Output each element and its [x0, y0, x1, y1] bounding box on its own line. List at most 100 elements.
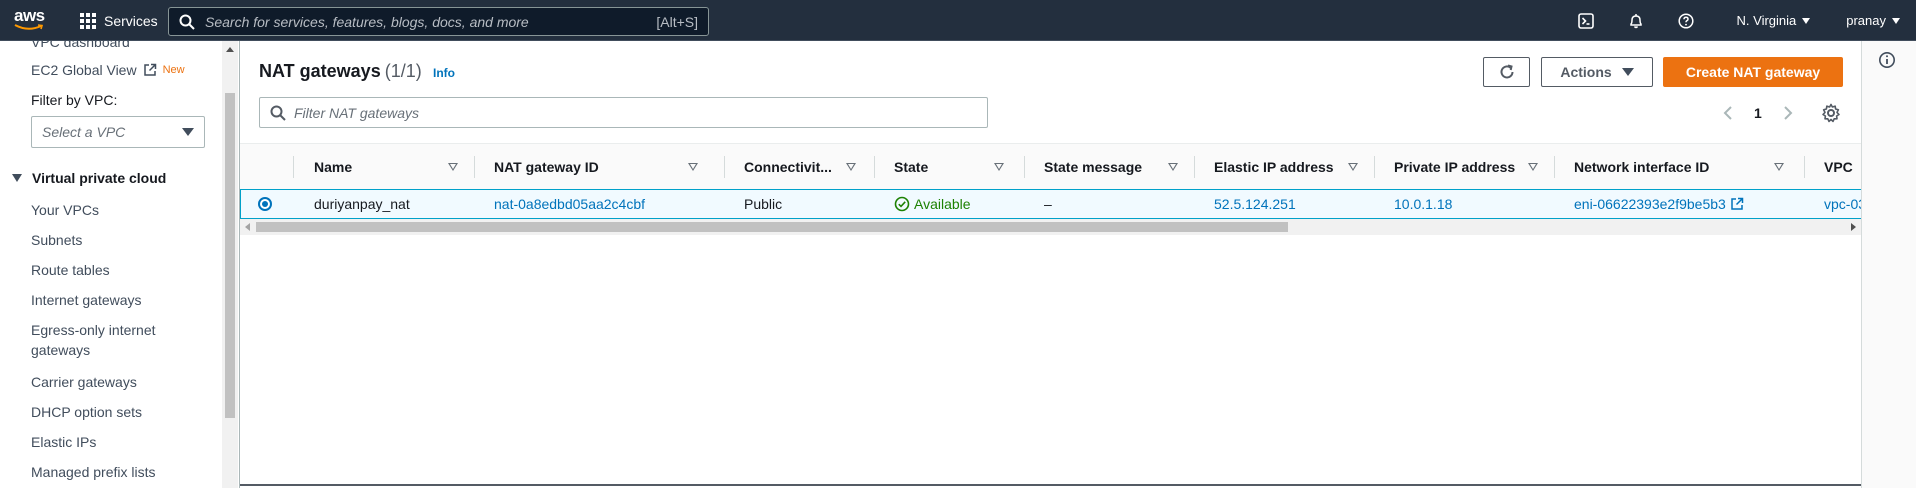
refresh-button[interactable] — [1483, 57, 1530, 87]
sidebar-item-your-vpcs[interactable]: Your VPCs — [31, 200, 99, 220]
sort-icon[interactable] — [1528, 163, 1538, 171]
sidebar-scrollbar[interactable] — [222, 41, 238, 488]
search-shortcut-hint: [Alt+S] — [656, 13, 698, 30]
cell-name: duriyanpay_nat — [314, 196, 410, 212]
services-menu-button[interactable]: Services — [80, 11, 158, 31]
table-scroll-thumb[interactable] — [256, 222, 1288, 232]
search-icon — [270, 105, 286, 121]
previous-page-button[interactable] — [1718, 103, 1738, 123]
section-virtual-private-cloud[interactable]: Virtual private cloud — [12, 170, 166, 186]
tools-panel — [1862, 41, 1916, 488]
cell-state-message: – — [1044, 196, 1052, 212]
section-title: Virtual private cloud — [32, 170, 167, 186]
vpc-filter-placeholder: Select a VPC — [42, 124, 126, 140]
split-panel-divider[interactable] — [240, 484, 1861, 486]
actions-label: Actions — [1560, 64, 1612, 80]
scroll-up-arrow-icon[interactable] — [226, 47, 234, 52]
help-button[interactable] — [1661, 0, 1711, 41]
column-header-connectivity[interactable]: Connectivit... — [744, 144, 864, 189]
account-menu[interactable]: pranay — [1834, 13, 1912, 28]
selection-count: (1/1) — [384, 61, 422, 81]
sort-icon[interactable] — [448, 163, 458, 171]
external-link-icon — [1731, 197, 1744, 210]
actions-dropdown-button[interactable]: Actions — [1541, 57, 1653, 87]
sort-icon[interactable] — [688, 163, 698, 171]
cell-network-interface-link[interactable]: eni-06622393e2f9be5b3 — [1574, 190, 1744, 218]
services-label: Services — [104, 13, 158, 29]
column-header-elastic-ip[interactable]: Elastic IP address — [1214, 144, 1374, 189]
column-header-name[interactable]: Name — [314, 144, 474, 189]
nat-gateways-table: Name NAT gateway ID Connectivit... State… — [240, 143, 1861, 235]
create-nat-gateway-button[interactable]: Create NAT gateway — [1663, 57, 1843, 87]
column-header-network-interface-id[interactable]: Network interface ID — [1574, 144, 1784, 189]
sidebar-item-elastic-ips[interactable]: Elastic IPs — [31, 432, 96, 452]
caret-down-icon — [12, 174, 22, 182]
chevron-down-icon — [1802, 17, 1811, 24]
info-icon[interactable] — [1878, 51, 1896, 69]
aws-logo-text: aws — [14, 6, 45, 25]
column-header-private-ip[interactable]: Private IP address — [1394, 144, 1554, 189]
cloudshell-button[interactable] — [1561, 0, 1611, 41]
cell-vpc-link[interactable]: vpc-03 — [1824, 190, 1861, 218]
sort-icon[interactable] — [1348, 163, 1358, 171]
refresh-icon — [1500, 64, 1513, 79]
page-title: NAT gateways (1/1) — [259, 61, 422, 82]
aws-smile-icon — [14, 24, 44, 30]
column-header-state[interactable]: State — [894, 144, 1024, 189]
top-navigation: aws Services [Alt+S] — [0, 0, 1916, 41]
aws-logo[interactable]: aws — [14, 7, 54, 35]
region-label: N. Virginia — [1736, 13, 1797, 28]
vpc-filter-select[interactable]: Select a VPC — [31, 116, 205, 148]
sidebar-scroll-thumb[interactable] — [225, 93, 235, 418]
cell-elastic-ip-link[interactable]: 52.5.124.251 — [1214, 190, 1296, 218]
sidebar-item-internet-gateways[interactable]: Internet gateways — [31, 290, 142, 310]
cell-private-ip-link[interactable]: 10.0.1.18 — [1394, 190, 1452, 218]
filter-by-vpc-label: Filter by VPC: — [31, 92, 118, 108]
state-label: Available — [914, 196, 971, 212]
table-row[interactable]: duriyanpay_nat nat-0a8edbd05aa2c4cbf Pub… — [240, 189, 1861, 219]
column-header-nat-gateway-id[interactable]: NAT gateway ID — [494, 144, 698, 189]
table-header: Name NAT gateway ID Connectivit... State… — [240, 143, 1861, 190]
table-horizontal-scrollbar[interactable] — [240, 219, 1861, 235]
sidebar-item-route-tables[interactable]: Route tables — [31, 260, 110, 280]
notifications-button[interactable] — [1611, 0, 1661, 41]
help-icon — [1677, 12, 1694, 29]
filter-nat-gateways-input[interactable] — [294, 104, 987, 121]
sidebar-item-subnets[interactable]: Subnets — [31, 230, 82, 250]
sidebar-item-vpc-dashboard[interactable]: VPC dashboard — [31, 41, 130, 52]
sidebar-item-ec2-global-view[interactable]: EC2 Global View New — [31, 60, 185, 80]
sidebar-item-label: EC2 Global View — [31, 62, 137, 78]
sort-icon[interactable] — [846, 163, 856, 171]
sort-icon[interactable] — [1774, 163, 1784, 171]
global-search-box[interactable]: [Alt+S] — [168, 7, 709, 36]
page-title-text: NAT gateways — [259, 61, 381, 81]
filter-nat-gateways-box[interactable] — [259, 97, 988, 128]
cell-state: Available — [894, 190, 971, 218]
sidebar-item-egress-only-internet-gateways[interactable]: Egress-only internet gateways — [31, 320, 156, 360]
top-nav-right: N. Virginia pranay — [1561, 0, 1916, 41]
sort-icon[interactable] — [1168, 163, 1178, 171]
cell-nat-gateway-id-link[interactable]: nat-0a8edbd05aa2c4cbf — [494, 190, 645, 218]
caret-down-icon — [1621, 68, 1634, 76]
next-page-button[interactable] — [1778, 103, 1798, 123]
status-success-icon — [894, 196, 910, 212]
region-selector[interactable]: N. Virginia — [1725, 13, 1823, 28]
sort-icon[interactable] — [994, 163, 1004, 171]
scroll-left-arrow-icon[interactable] — [245, 223, 250, 231]
column-header-state-message[interactable]: State message — [1044, 144, 1194, 189]
gear-icon[interactable] — [1821, 103, 1841, 123]
eni-label: eni-06622393e2f9be5b3 — [1574, 196, 1726, 212]
global-search-input[interactable] — [205, 8, 657, 35]
current-page-number[interactable]: 1 — [1754, 105, 1762, 121]
sidebar-item-carrier-gateways[interactable]: Carrier gateways — [31, 372, 137, 392]
info-link[interactable]: Info — [433, 66, 455, 80]
sidebar-item-dhcp-option-sets[interactable]: DHCP option sets — [31, 402, 142, 422]
user-label: pranay — [1846, 13, 1886, 28]
bell-icon — [1629, 13, 1642, 28]
external-link-icon — [143, 63, 156, 76]
sidebar-item-managed-prefix-lists[interactable]: Managed prefix lists — [31, 462, 156, 482]
column-header-vpc[interactable]: VPC — [1824, 144, 1861, 189]
row-select-radio[interactable] — [258, 197, 272, 211]
main-content: NAT gateways (1/1) Info Actions Create NA… — [240, 41, 1861, 488]
scroll-right-arrow-icon[interactable] — [1851, 223, 1856, 231]
